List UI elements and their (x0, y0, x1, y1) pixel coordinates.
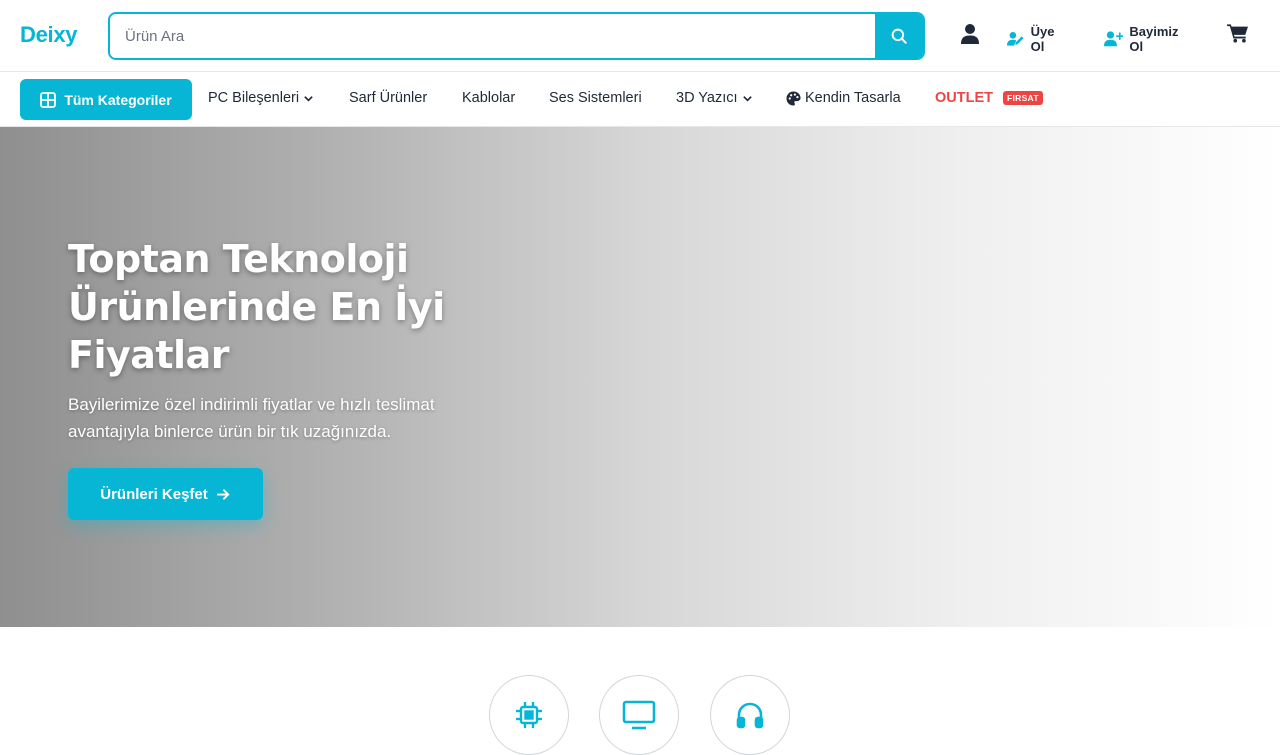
cpu-icon (516, 702, 542, 728)
chevron-down-icon (742, 95, 752, 102)
search-input[interactable] (110, 14, 875, 58)
user-edit-icon (1007, 32, 1024, 46)
all-categories-button[interactable]: Tüm Kategoriler (20, 79, 192, 120)
nav-item-label: Kendin Tasarla (805, 90, 901, 106)
nav-item-label: Kablolar (462, 90, 516, 106)
nav-item-label: PC Bileşenleri (208, 90, 300, 106)
nav-item-audio[interactable]: Ses Sistemleri (549, 90, 642, 106)
signup-label: Üye Ol (1030, 24, 1055, 54)
nav-item-cables[interactable]: Kablolar (462, 90, 515, 106)
grid-icon (40, 91, 57, 108)
nav-item-label: Ses Sistemleri (549, 90, 642, 106)
search-icon (891, 28, 907, 44)
site-header: Deixy Üye Ol Bayimiz Ol (0, 0, 1280, 72)
search-bar (108, 12, 925, 60)
nav-item-outlet[interactable]: OUTLET FIRSAT (935, 90, 1043, 106)
chevron-down-icon (304, 95, 313, 102)
category-circle-headphones[interactable] (710, 675, 790, 755)
search-button[interactable] (875, 14, 923, 58)
headphones-icon (736, 702, 764, 729)
dealer-button[interactable]: Bayimiz Ol (1104, 24, 1183, 54)
user-icon (961, 24, 979, 44)
nav-item-consumables[interactable]: Sarf Ürünler (349, 90, 427, 106)
category-nav: Tüm Kategoriler PC Bileşenleri Sarf Ürün… (0, 73, 1280, 127)
nav-item-design-yourself[interactable]: Kendin Tasarla (786, 90, 901, 106)
nav-item-label: Sarf Ürünler (349, 90, 428, 106)
cart-icon (1227, 24, 1248, 43)
hero-title: Toptan Teknoloji Ürünlerinde En İyi Fiya… (68, 237, 445, 377)
deal-badge: FIRSAT (1003, 91, 1043, 105)
category-circle-cpu[interactable] (489, 675, 569, 755)
account-button[interactable] (960, 23, 980, 45)
nav-item-label: OUTLET (935, 90, 993, 106)
category-circle-monitor[interactable] (599, 675, 679, 755)
site-logo[interactable]: Deixy (20, 22, 78, 48)
hero-subtitle: Bayilerimize özel indirimli fiyatlar ve … (68, 395, 435, 441)
explore-products-button[interactable]: Ürünleri Keşfet (68, 468, 263, 520)
monitor-icon (622, 700, 656, 730)
palette-icon (786, 90, 801, 106)
hero-banner: Toptan Teknoloji Ürünlerinde En İyi Fiya… (0, 127, 1280, 627)
all-categories-label: Tüm Kategoriler (64, 91, 172, 108)
dealer-label: Bayimiz Ol (1129, 24, 1179, 54)
cart-button[interactable] (1227, 23, 1249, 43)
nav-item-label: 3D Yazıcı (676, 90, 738, 106)
nav-item-pc-components[interactable]: PC Bileşenleri (208, 90, 314, 106)
arrow-right-icon (216, 488, 230, 500)
cta-label: Ürünleri Keşfet (100, 485, 208, 503)
nav-item-3d-printer[interactable]: 3D Yazıcı (676, 90, 753, 106)
user-plus-icon (1104, 31, 1124, 47)
signup-button[interactable]: Üye Ol (1007, 24, 1061, 54)
